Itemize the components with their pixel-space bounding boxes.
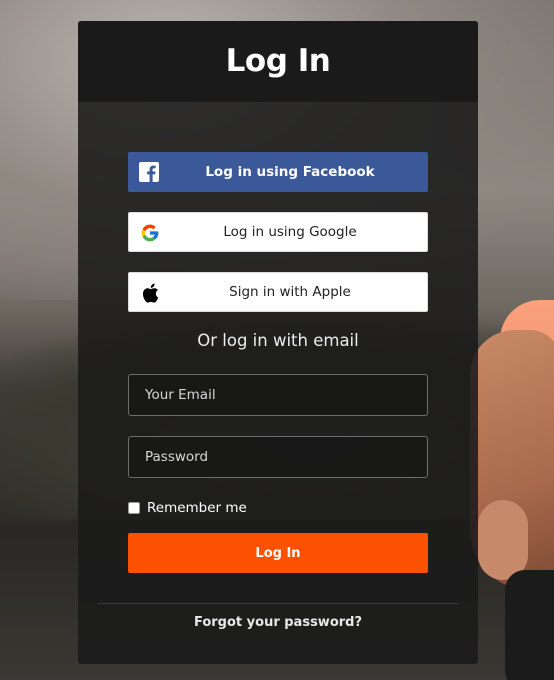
email-login-divider-text: Or log in with email — [197, 331, 359, 350]
facebook-login-label: Log in using Facebook — [205, 164, 375, 180]
runner-shorts — [505, 570, 554, 680]
apple-login-label: Sign in with Apple — [229, 284, 351, 300]
card-header: Log In — [78, 21, 478, 102]
footer-divider — [98, 603, 458, 604]
forgot-password-link[interactable]: Forgot your password? — [78, 615, 478, 630]
remember-me-checkbox[interactable] — [128, 502, 140, 514]
remember-me[interactable]: Remember me — [128, 500, 247, 516]
page-title: Log In — [225, 42, 331, 79]
login-card: Log In Log in using Facebook Log in usin… — [78, 21, 478, 664]
google-login-label: Log in using Google — [223, 224, 357, 240]
apple-login-button[interactable]: Sign in with Apple — [128, 272, 428, 312]
runner-hand — [478, 500, 528, 580]
login-button[interactable]: Log In — [128, 533, 428, 573]
apple-icon — [139, 282, 161, 304]
google-login-button[interactable]: Log in using Google — [128, 212, 428, 252]
password-field[interactable] — [128, 436, 428, 478]
remember-me-label: Remember me — [147, 500, 247, 516]
email-field[interactable] — [128, 374, 428, 416]
google-icon — [139, 222, 161, 244]
facebook-icon — [138, 161, 160, 183]
facebook-login-button[interactable]: Log in using Facebook — [128, 152, 428, 192]
